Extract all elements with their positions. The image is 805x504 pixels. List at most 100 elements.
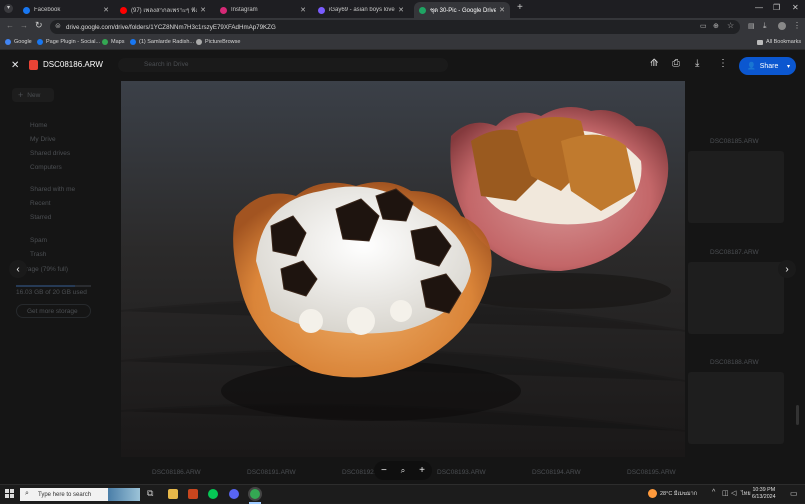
next-file-button[interactable]: › (778, 260, 796, 278)
bookmark-star-icon[interactable]: ☆ (727, 21, 734, 30)
sidebar-item[interactable]: Recent (30, 200, 51, 207)
browser-tab[interactable]: (97) เพลงสากลเพราะๆ ฟังสบายๆ ฟังเพลงฮิต✕ (115, 2, 211, 18)
file-card-name[interactable]: DSC08191.ARW (247, 469, 296, 476)
app-icon[interactable] (188, 489, 198, 499)
download-icon[interactable]: ⤓ (763, 21, 767, 31)
browser-tab[interactable]: Instagram ✕ (215, 2, 311, 18)
zoom-controls: − ⌕ + (374, 461, 432, 480)
zoom-icon[interactable]: ⊕ (713, 22, 719, 30)
bookmark-item[interactable]: Page Plugin - Social... (37, 39, 100, 45)
close-viewer-icon[interactable]: ✕ (11, 60, 19, 71)
dessert-photo (121, 81, 685, 457)
browser-tab[interactable]: Facebook ✕ (18, 2, 114, 18)
bookmark-item[interactable]: PictureBrowse (196, 39, 240, 45)
file-card-name[interactable]: DSC08188.ARW (710, 359, 759, 366)
close-tab-icon[interactable]: ✕ (200, 6, 206, 14)
minimize-icon[interactable]: — (755, 3, 763, 12)
bookmarks-bar: Google Page Plugin - Social... Maps (1) Sam… (0, 36, 805, 50)
tab-search-icon[interactable]: ▾ (4, 4, 13, 13)
close-window-icon[interactable]: ✕ (792, 3, 799, 12)
share-icon: 👤 (747, 63, 756, 70)
sidebar-item[interactable]: Shared with me (30, 186, 75, 193)
system-clock[interactable]: 10:39 PM 6/13/2024 (752, 487, 776, 501)
file-card-thumbnail[interactable] (688, 372, 784, 444)
volume-icon[interactable]: ◁ (731, 489, 736, 497)
file-card-name[interactable]: DSC08193.ARW (437, 469, 486, 476)
get-storage-button[interactable]: Get more storage (16, 304, 91, 318)
previous-file-button[interactable]: ‹ (9, 260, 27, 278)
file-card-name[interactable]: DSC08194.ARW (532, 469, 581, 476)
zoom-out-button[interactable]: − (381, 465, 387, 476)
tab-favicon-icon (120, 6, 127, 14)
network-icon[interactable]: ◫ (722, 489, 729, 497)
profile-avatar[interactable] (778, 22, 786, 30)
extensions-icon[interactable]: ▤ (748, 22, 755, 30)
new-button[interactable]: + New (12, 88, 54, 102)
bookmark-favicon-icon (5, 39, 11, 45)
bookmark-item[interactable]: Google (5, 39, 32, 45)
close-tab-icon[interactable]: ✕ (103, 6, 109, 14)
zoom-magnifier-icon[interactable]: ⌕ (401, 466, 405, 476)
file-card-thumbnail[interactable] (688, 151, 784, 223)
discord-icon[interactable] (229, 489, 239, 499)
sidebar-item: 16.03 GB of 20 GB used (16, 289, 87, 296)
windows-start-icon[interactable] (5, 489, 15, 499)
scrollbar-thumb[interactable] (796, 405, 799, 425)
chrome-icon[interactable] (250, 489, 260, 499)
cast-icon[interactable]: ▭ (700, 22, 707, 30)
close-tab-icon[interactable]: ✕ (398, 6, 404, 14)
close-tab-icon[interactable]: ✕ (499, 6, 505, 14)
weather-text[interactable]: 28°C มีเมฆมาก (660, 490, 697, 498)
sidebar-item[interactable]: Trash (30, 251, 46, 258)
sidebar-item[interactable]: Shared drives (30, 150, 70, 157)
all-bookmarks[interactable]: All Bookmarks (757, 39, 801, 45)
file-card-name[interactable]: DSC08195.ARW (627, 469, 676, 476)
zoom-in-button[interactable]: + (419, 465, 425, 476)
sidebar-item[interactable]: Home (30, 122, 47, 129)
reload-icon[interactable]: ↻ (35, 20, 43, 31)
file-card-name[interactable]: DSC08187.ARW (710, 249, 759, 256)
url-bar[interactable]: ⊜ drive.google.com/drive/folders/1YCZ8NN… (50, 20, 740, 34)
tab-favicon-icon (220, 6, 227, 14)
file-card-name[interactable]: DSC08185.ARW (710, 138, 759, 145)
sidebar-item[interactable]: Starred (30, 214, 51, 221)
tab-favicon-icon (419, 6, 426, 14)
browser-menu-icon[interactable]: ⋮ (793, 21, 801, 30)
share-dropdown-icon[interactable]: ▾ (787, 63, 790, 70)
share-button[interactable]: 👤 Share ▾ (739, 57, 796, 75)
forward-icon[interactable]: → (20, 21, 28, 30)
url-text: drive.google.com/drive/folders/1YCZ8NNm7… (66, 23, 276, 31)
line-app-icon[interactable] (208, 489, 218, 499)
bookmark-item[interactable]: (1) Samlarde Radish... (130, 39, 194, 45)
file-explorer-icon[interactable] (168, 489, 178, 499)
sidebar-item[interactable]: Computers (30, 164, 62, 171)
add-shortcut-icon[interactable]: ⟰ (650, 58, 658, 69)
browser-tab[interactable]: iGay69 - asian boys love passio✕ (313, 2, 409, 18)
tray-chevron-icon[interactable]: ^ (712, 489, 715, 496)
bookmark-favicon-icon (102, 39, 108, 45)
file-card-name[interactable]: DSC08186.ARW (152, 469, 201, 476)
back-icon[interactable]: ← (6, 21, 14, 30)
language-indicator[interactable]: ไทย (741, 490, 751, 498)
sidebar-item[interactable]: Spam (30, 237, 47, 244)
notification-icon[interactable]: ▭ (790, 489, 798, 498)
file-card-thumbnail[interactable] (688, 262, 784, 334)
download-file-icon[interactable]: ⤓ (695, 58, 699, 69)
tab-favicon-icon (318, 6, 325, 14)
site-info-icon[interactable]: ⊜ (55, 22, 61, 30)
photo-preview[interactable] (121, 81, 685, 457)
search-highlight-image (108, 488, 140, 501)
viewer-toolbar: ✕ DSC08186.ARW ⟰ ⎙ ⤓ ⋮ (0, 54, 805, 80)
search-icon: ⌕ (25, 490, 29, 497)
bookmark-item[interactable]: Maps (102, 39, 124, 45)
task-view-icon[interactable]: ⧉ (147, 488, 153, 499)
taskbar-search-input[interactable]: ⌕ Type here to search (20, 488, 140, 501)
viewer-filename: DSC08186.ARW (43, 60, 103, 69)
browser-tab[interactable]: ชุด 30-Pic - Google Drive ✕ (414, 2, 510, 18)
sidebar-item[interactable]: My Drive (30, 136, 56, 143)
maximize-icon[interactable]: ❐ (773, 3, 780, 12)
new-tab-button[interactable]: + (517, 2, 523, 13)
close-tab-icon[interactable]: ✕ (300, 6, 306, 14)
more-actions-icon[interactable]: ⋮ (718, 58, 728, 69)
print-icon[interactable]: ⎙ (672, 58, 680, 69)
